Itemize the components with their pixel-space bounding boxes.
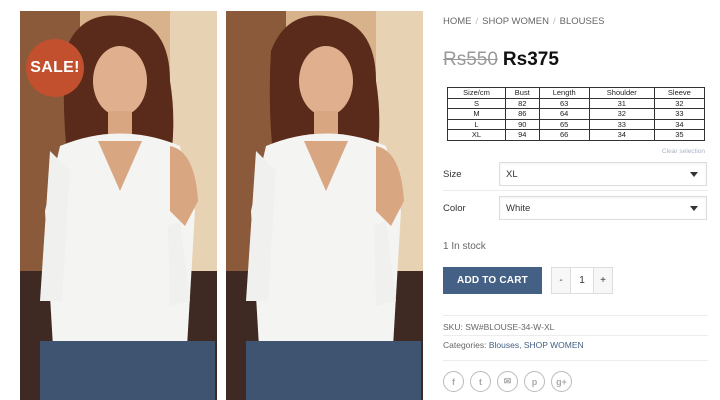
sku-value: SW#BLOUSE-34-W-XL: [465, 322, 555, 332]
quantity-minus-button[interactable]: -: [552, 268, 571, 293]
size-chart-row: L 90 65 33 34: [447, 118, 706, 130]
breadcrumb-separator: /: [553, 16, 556, 27]
size-select-value: XL: [506, 169, 518, 180]
sku-label: SKU:: [443, 322, 463, 332]
size-chart-cell: 33: [653, 108, 706, 120]
divider: [443, 190, 708, 191]
sku-line: SKU: SW#BLOUSE-34-W-XL: [443, 322, 554, 332]
chevron-down-icon: [690, 172, 698, 177]
size-chart-cell: XL: [447, 129, 506, 141]
color-select-value: White: [506, 203, 531, 214]
size-chart-cell: 32: [588, 108, 655, 120]
size-chart-row: S 82 63 31 32: [447, 97, 706, 109]
color-label: Color: [443, 203, 466, 214]
add-to-cart-button[interactable]: ADD TO CART: [443, 267, 542, 294]
breadcrumb-home[interactable]: HOME: [443, 16, 472, 27]
divider: [443, 360, 708, 361]
size-chart-cell: 32: [653, 97, 706, 109]
size-chart-cell: 31: [588, 97, 655, 109]
facebook-icon[interactable]: f: [443, 371, 464, 392]
size-chart-cell: 82: [505, 97, 540, 109]
size-chart-table: Size/cm Bust Length Shoulder Sleeve S 82…: [447, 87, 706, 141]
size-chart-cell: 35: [653, 129, 706, 141]
size-chart-cell: M: [447, 108, 506, 120]
sale-badge: SALE!: [26, 39, 84, 97]
sale-price: Rs375: [502, 49, 559, 70]
size-chart-cell: 94: [505, 129, 540, 141]
size-chart-header: Size/cm: [447, 87, 506, 99]
size-chart-cell: 63: [538, 97, 590, 109]
old-price: Rs550: [443, 49, 498, 70]
size-chart-header: Shoulder: [588, 87, 655, 99]
size-chart-cell: 33: [588, 118, 655, 130]
product-image-2[interactable]: [226, 11, 423, 400]
breadcrumb-shop-women[interactable]: SHOP WOMEN: [482, 16, 549, 27]
clear-selection-link[interactable]: Clear selection: [662, 148, 705, 155]
color-select[interactable]: White: [499, 196, 707, 220]
breadcrumb-blouses[interactable]: BLOUSES: [560, 16, 605, 27]
share-icons: f t ✉ p g+: [443, 371, 572, 392]
quantity-plus-button[interactable]: +: [593, 268, 612, 293]
divider: [443, 315, 708, 316]
size-chart-cell: 66: [538, 129, 590, 141]
size-chart-header-row: Size/cm Bust Length Shoulder Sleeve: [447, 87, 706, 99]
size-select[interactable]: XL: [499, 162, 707, 186]
quantity-stepper: - 1 +: [551, 267, 613, 294]
pinterest-icon[interactable]: p: [524, 371, 545, 392]
product-gallery: SALE!: [20, 11, 423, 400]
size-chart-cell: L: [447, 118, 506, 130]
size-chart-row: XL 94 66 34 35: [447, 129, 706, 141]
size-chart-header: Bust: [505, 87, 540, 99]
size-chart-header: Sleeve: [653, 87, 706, 99]
size-chart-cell: S: [447, 97, 506, 109]
categories-label: Categories:: [443, 340, 487, 350]
product-info: HOME / SHOP WOMEN / BLOUSES Rs550 Rs375 Size/…: [443, 0, 708, 400]
category-link-blouses[interactable]: Blouses: [489, 340, 519, 350]
google-plus-icon[interactable]: g+: [551, 371, 572, 392]
divider: [443, 335, 708, 336]
chevron-down-icon: [690, 206, 698, 211]
breadcrumb: HOME / SHOP WOMEN / BLOUSES: [443, 16, 605, 27]
price: Rs550 Rs375: [443, 49, 559, 71]
breadcrumb-separator: /: [475, 16, 479, 27]
size-chart-row: M 86 64 32 33: [447, 108, 706, 120]
email-icon[interactable]: ✉: [497, 371, 518, 392]
size-chart-cell: 34: [588, 129, 655, 141]
quantity-input[interactable]: 1: [571, 268, 593, 293]
size-chart-cell: 90: [505, 118, 540, 130]
size-chart-cell: 65: [538, 118, 590, 130]
product-photo-illustration: [226, 11, 423, 400]
size-label: Size: [443, 169, 462, 180]
categories-line: Categories: Blouses, SHOP WOMEN: [443, 340, 584, 350]
size-chart-cell: 86: [505, 108, 540, 120]
size-chart-header: Length: [538, 87, 590, 99]
size-chart-cell: 34: [653, 118, 706, 130]
twitter-icon[interactable]: t: [470, 371, 491, 392]
stock-status: 1 In stock: [443, 241, 486, 252]
category-link-shop-women[interactable]: SHOP WOMEN: [524, 340, 584, 350]
size-chart-cell: 64: [538, 108, 590, 120]
